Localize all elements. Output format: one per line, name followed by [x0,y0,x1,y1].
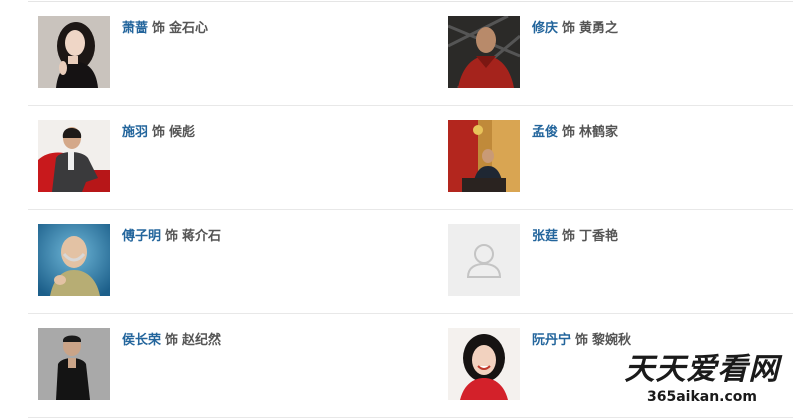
portrait-man-black-suit-icon[interactable] [38,328,110,400]
as-label: 饰 [562,125,576,140]
role-name: 金石心 [169,21,209,36]
watermark-title: 天天爱看网 [624,352,780,387]
portrait-man-red-jacket-icon[interactable] [448,16,520,88]
watermark-url: 365aikan.com [646,389,758,405]
site-watermark: 天天爱看网 365aikan.com [617,352,787,412]
portrait-man-uniform-flag-icon[interactable] [448,120,520,192]
as-label: 饰 [165,333,179,348]
avatar-placeholder-icon[interactable] [448,224,520,296]
as-label: 饰 [562,21,576,36]
cast-row: 傅子明饰蒋介石 张莛饰丁香艳 [28,210,793,314]
role-name: 蒋介石 [182,229,222,244]
actor-link[interactable]: 傅子明 [122,229,161,244]
actor-link[interactable]: 侯长荣 [122,333,161,348]
actor-link[interactable]: 张莛 [532,229,558,244]
actor-link[interactable]: 萧蔷 [122,21,148,36]
as-label: 饰 [165,229,179,244]
portrait-woman-dark-hair-icon[interactable] [38,16,110,88]
portrait-woman-smiling-icon[interactable] [448,328,520,400]
actor-link[interactable]: 修庆 [532,21,558,36]
as-label: 饰 [562,229,576,244]
portrait-man-red-chair-icon[interactable] [38,120,110,192]
as-label: 饰 [152,21,166,36]
cast-row: 萧蔷饰金石心 修庆饰黄勇之 [28,2,793,106]
role-name: 林鹤家 [579,125,619,140]
role-name: 丁香艳 [579,229,619,244]
actor-link[interactable]: 阮丹宁 [532,333,571,348]
role-name: 赵纪然 [182,333,222,348]
as-label: 饰 [152,125,166,140]
role-name: 黎婉秋 [592,333,632,348]
as-label: 饰 [575,333,589,348]
role-name: 候彪 [169,125,196,140]
cast-row: 施羽饰候彪 孟俊饰林鹤家 [28,106,793,210]
role-name: 黄勇之 [579,21,619,36]
actor-link[interactable]: 孟俊 [532,125,558,140]
actor-link[interactable]: 施羽 [122,125,148,140]
portrait-man-bald-blue-icon[interactable] [38,224,110,296]
